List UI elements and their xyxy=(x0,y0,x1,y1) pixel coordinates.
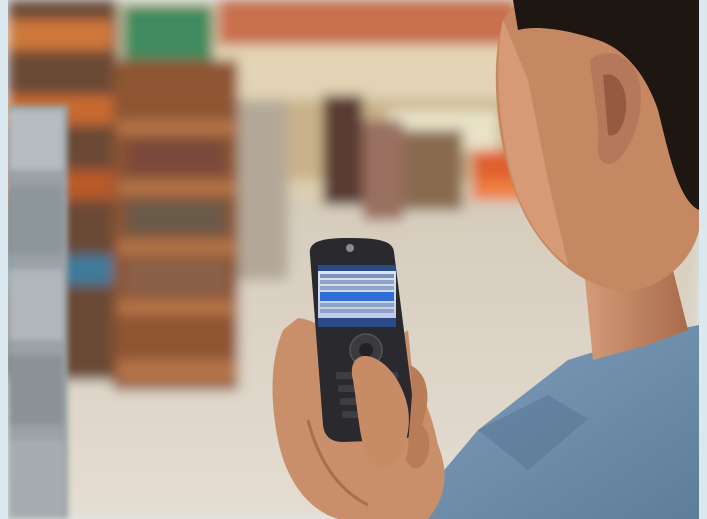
phone-logo-icon xyxy=(346,244,354,252)
phone-screen xyxy=(318,265,396,327)
photo-scene xyxy=(8,0,699,519)
foreground-shelf xyxy=(8,105,68,519)
